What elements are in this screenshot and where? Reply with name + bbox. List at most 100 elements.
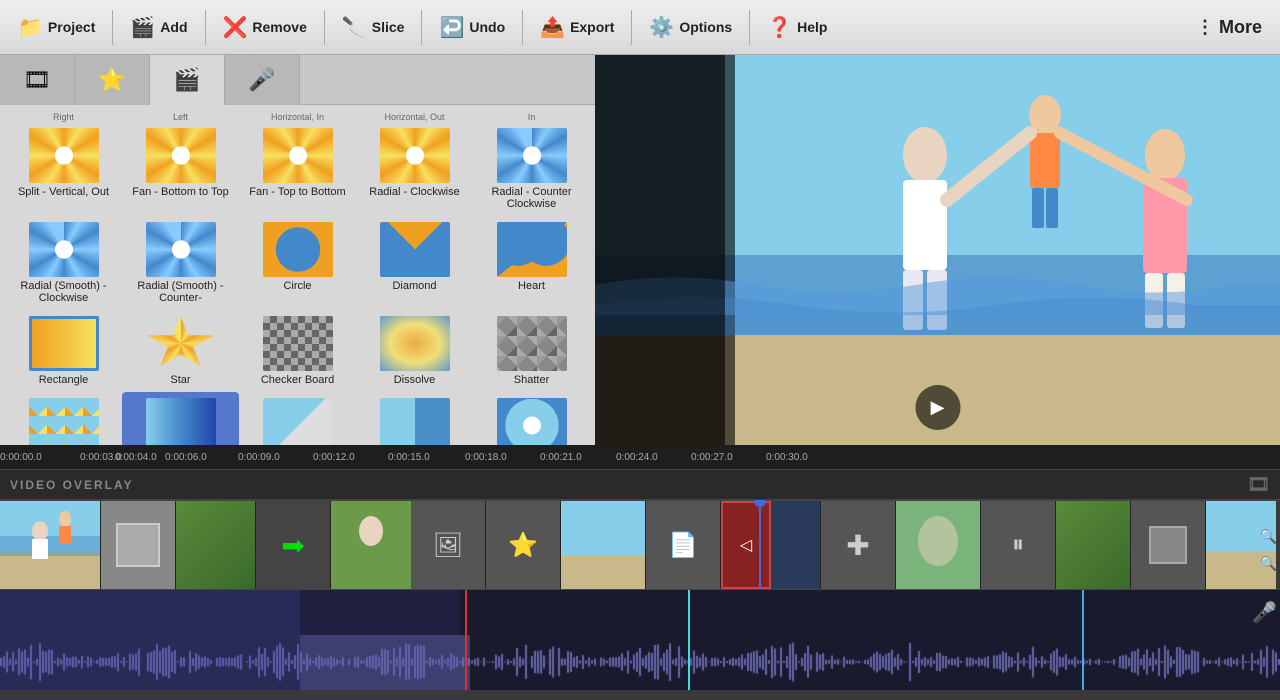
transition-thumb-fan-bt <box>146 128 216 183</box>
transition-checkerboard[interactable]: Checker Board <box>239 310 356 392</box>
remove-button[interactable]: ❌ Remove <box>213 10 317 45</box>
transition-thumb-rsmcw <box>29 222 99 277</box>
audio-seg-1[interactable] <box>0 590 300 690</box>
help-button[interactable]: ❓ Help <box>757 10 837 45</box>
undo-button[interactable]: ↩️ Undo <box>429 10 515 45</box>
timecode-27: 0:00:27.0 <box>691 452 733 463</box>
film-icon: 🎞 <box>1247 474 1272 495</box>
toolbar-separator <box>112 10 113 45</box>
transition-thumb-rsmccw <box>146 222 216 277</box>
transition-pagecurl[interactable]: Page Curl <box>239 392 356 445</box>
transition-diamond[interactable]: Diamond <box>356 216 473 310</box>
transition-radial-smooth-ccw[interactable]: Radial (Smooth) - Counter- <box>122 216 239 310</box>
transition-heart[interactable]: Heart <box>473 216 590 310</box>
transition-thumb-heart <box>497 222 567 277</box>
transition-circle[interactable]: Circle <box>239 216 356 310</box>
project-button[interactable]: 📁 Project <box>8 10 105 45</box>
clip-1[interactable] <box>0 501 101 589</box>
transition-seg-5[interactable]: 📄 <box>646 501 721 589</box>
transition-radial-counter[interactable]: Radial - Counter Clockwise <box>473 122 590 216</box>
transition-label-dissolve: Dissolve <box>394 374 436 386</box>
transition-seg-4[interactable]: ⭐ <box>486 501 561 589</box>
preview-area: ▶ <box>595 55 1280 445</box>
toolbar-separator-4 <box>421 10 422 45</box>
tab-favorites[interactable]: ⭐ <box>75 55 150 105</box>
transition-thumb-roll <box>380 398 450 445</box>
clip-red[interactable]: ◁ <box>721 501 771 589</box>
transition-label-radial-ccw: Radial - Counter Clockwise <box>477 186 586 210</box>
transition-zoom[interactable]: Zoom <box>473 392 590 445</box>
transition-rectangle[interactable]: Rectangle <box>5 310 122 392</box>
play-button[interactable]: ▶ <box>915 385 960 430</box>
tab-video[interactable]: 🎞 <box>0 55 75 105</box>
transition-fan-bottom-top[interactable]: Fan - Bottom to Top <box>122 122 239 216</box>
remove-icon: ❌ <box>223 15 248 40</box>
transition-label-rsmccw: Radial (Smooth) - Counter- <box>126 280 235 304</box>
transition-star[interactable]: Star <box>122 310 239 392</box>
clip-4[interactable] <box>561 501 646 589</box>
transition-thumb-split <box>29 128 99 183</box>
tab-transitions[interactable]: 🎬 <box>150 55 225 105</box>
transition-seg-7[interactable]: ⏸ <box>981 501 1056 589</box>
transition-label-diamond: Diamond <box>392 280 436 292</box>
timecode-21: 0:00:21.0 <box>540 452 582 463</box>
page-icon: 📄 <box>668 531 698 560</box>
transition-thumb-radial-cw <box>380 128 450 183</box>
transition-thumb-fan-tb <box>263 128 333 183</box>
transition-thumb-radial-ccw <box>497 128 567 183</box>
audio-marker-1 <box>688 590 690 690</box>
scroll-icon-2: 🔍 <box>1260 555 1277 572</box>
export-button[interactable]: 📤 Export <box>530 10 624 45</box>
transition-thumb-diamond <box>380 222 450 277</box>
transition-thumb-zoom <box>497 398 567 445</box>
slice-button[interactable]: 🔪 Slice <box>332 10 415 45</box>
clip-7[interactable] <box>1206 501 1276 589</box>
timecode-18: 0:00:18.0 <box>465 452 507 463</box>
undo-icon: ↩️ <box>439 15 464 40</box>
audio-marker-2 <box>1082 590 1084 690</box>
transition-radial-smooth-cw[interactable]: Radial (Smooth) - Clockwise <box>5 216 122 310</box>
transition-label-fan-tb: Fan - Top to Bottom <box>249 186 345 198</box>
transition-seg-1[interactable] <box>101 501 176 589</box>
transition-thumb-flip <box>146 398 216 445</box>
transition-shatter[interactable]: Shatter <box>473 310 590 392</box>
transitions-grid: Right Left Horizontal, In Horizontal, Ou… <box>0 105 595 445</box>
transition-flip[interactable]: Flip <box>122 392 239 445</box>
transition-split-vertical-out[interactable]: Split - Vertical, Out <box>5 122 122 216</box>
transition-seg-8[interactable] <box>1131 501 1206 589</box>
transition-radial-cw[interactable]: Radial - Clockwise <box>356 122 473 216</box>
more-button[interactable]: ⋮ More <box>1186 12 1272 43</box>
mic-icon[interactable]: 🎤 <box>1252 600 1277 625</box>
playhead-line <box>759 501 761 589</box>
label-in: In <box>473 110 590 122</box>
transition-label-shatter: Shatter <box>514 374 549 386</box>
toolbar-separator-5 <box>522 10 523 45</box>
transition-fan-top-bottom[interactable]: Fan - Top to Bottom <box>239 122 356 216</box>
transition-label-split: Split - Vertical, Out <box>18 186 109 198</box>
video-overlay-bar: VIDEO OVERLAY 🎞 <box>0 470 1280 500</box>
clip-5[interactable] <box>896 501 981 589</box>
timecode-0: 0:00:00.0 <box>0 452 42 463</box>
clip-3[interactable] <box>331 501 411 589</box>
photo-icon: 🖼 <box>433 531 463 560</box>
timecode-24: 0:00:24.0 <box>616 452 658 463</box>
transition-dissolve[interactable]: Dissolve <box>356 310 473 392</box>
transition-roll[interactable]: Roll <box>356 392 473 445</box>
timecode-9: 0:00:09.0 <box>238 452 280 463</box>
plus-icon: ✚ <box>846 529 869 562</box>
transition-seg-6[interactable]: ✚ <box>821 501 896 589</box>
toolbar-separator-2 <box>205 10 206 45</box>
audio-seg-2[interactable] <box>300 590 460 690</box>
clip-playhead-area[interactable]: ◁ <box>721 501 821 589</box>
timecode-15: 0:00:15.0 <box>388 452 430 463</box>
transition-thumb-checker <box>263 316 333 371</box>
tab-audio[interactable]: 🎤 <box>225 55 300 105</box>
transition-squares[interactable]: Squares <box>5 392 122 445</box>
toolbar-separator-7 <box>749 10 750 45</box>
add-button[interactable]: 🎬 Add <box>120 10 197 45</box>
clip-2[interactable] <box>176 501 256 589</box>
clip-6[interactable] <box>1056 501 1131 589</box>
transition-seg-3[interactable]: 🖼 <box>411 501 486 589</box>
transition-seg-2[interactable]: ➡ <box>256 501 331 589</box>
options-button[interactable]: ⚙️ Options <box>639 10 742 45</box>
